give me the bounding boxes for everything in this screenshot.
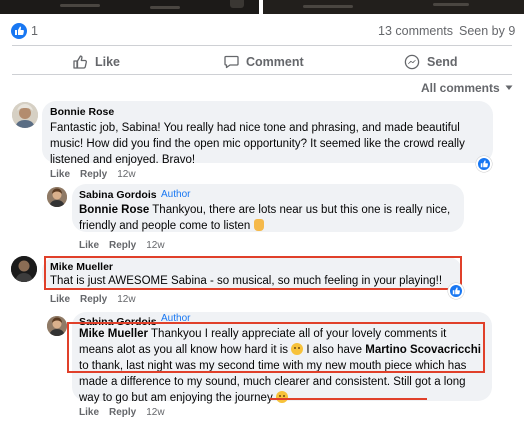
comment-button[interactable]: Comment: [224, 54, 304, 69]
comment-reply-link[interactable]: Reply: [80, 294, 107, 305]
video-thumbnail-right[interactable]: [263, 0, 524, 14]
comment-meta: Like Reply 12w: [50, 294, 136, 305]
comment-timestamp[interactable]: 12w: [117, 294, 135, 305]
divider: [12, 45, 512, 46]
video-thumbnail-left[interactable]: [0, 0, 259, 14]
like-button[interactable]: Like: [72, 54, 120, 70]
comment-meta: Like Reply 12w: [79, 407, 165, 418]
avatar-mike-mueller[interactable]: [11, 256, 37, 282]
smiling-face-emoji: [275, 391, 288, 403]
comment-icon: [224, 55, 239, 69]
comment-meta: Like Reply 12w: [50, 169, 136, 180]
comment-timestamp[interactable]: 12w: [146, 407, 164, 418]
comment-text: Bonnie Rose Thankyou, there are lots nea…: [79, 204, 451, 232]
comment-timestamp[interactable]: 12w: [146, 240, 164, 251]
comment-author[interactable]: Sabina Gordois: [79, 189, 157, 201]
comment-reply-link[interactable]: Reply: [80, 169, 107, 180]
like-button-label: Like: [95, 55, 121, 69]
highlight-box: [44, 256, 462, 290]
comment-text: Fantastic job, Sabina! You really had ni…: [50, 122, 465, 166]
chevron-down-icon: [505, 85, 513, 90]
comment-like-link[interactable]: Like: [50, 169, 70, 180]
send-button-label: Send: [427, 55, 458, 69]
play-icon: [230, 0, 244, 8]
seen-by-count[interactable]: Seen by 9: [459, 24, 515, 38]
comment-like-link[interactable]: Like: [79, 240, 99, 251]
comment-timestamp[interactable]: 12w: [117, 169, 135, 180]
comment-button-label: Comment: [246, 54, 304, 69]
divider: [12, 74, 512, 75]
avatar-bonnie-rose[interactable]: [12, 102, 38, 128]
messenger-icon: [404, 54, 420, 70]
comment-reply-link[interactable]: Reply: [109, 240, 136, 251]
avatar-sabina-gordois[interactable]: [47, 187, 67, 207]
thumbs-up-icon: [73, 55, 87, 69]
mention-link[interactable]: Bonnie Rose: [79, 204, 149, 216]
comment-like-link[interactable]: Like: [79, 407, 99, 418]
comment-filter-label: All comments: [421, 81, 500, 95]
post-stats: 1 13 comments Seen by 9: [0, 22, 524, 40]
highlight-underline: [270, 398, 427, 400]
avatar-sabina-gordois[interactable]: [47, 316, 67, 336]
comment-like-link[interactable]: Like: [50, 294, 70, 305]
media-strip[interactable]: [0, 0, 524, 14]
comment-reply-link[interactable]: Reply: [109, 407, 136, 418]
comments-count[interactable]: 13 comments: [378, 24, 453, 38]
like-reaction-icon[interactable]: [11, 23, 27, 39]
author-badge: Author: [161, 189, 191, 200]
comment-author[interactable]: Bonnie Rose: [50, 106, 114, 118]
like-reaction-icon[interactable]: [448, 283, 464, 299]
comment-meta: Like Reply 12w: [79, 240, 165, 251]
waving-hand-emoji: [253, 219, 264, 231]
highlight-box: [67, 322, 485, 373]
comment-filter-dropdown[interactable]: All comments: [421, 81, 513, 95]
action-bar: Like Comment Send: [0, 52, 524, 72]
like-reaction-icon[interactable]: [476, 156, 492, 172]
send-button[interactable]: Send: [404, 54, 458, 70]
like-count[interactable]: 1: [31, 24, 38, 38]
